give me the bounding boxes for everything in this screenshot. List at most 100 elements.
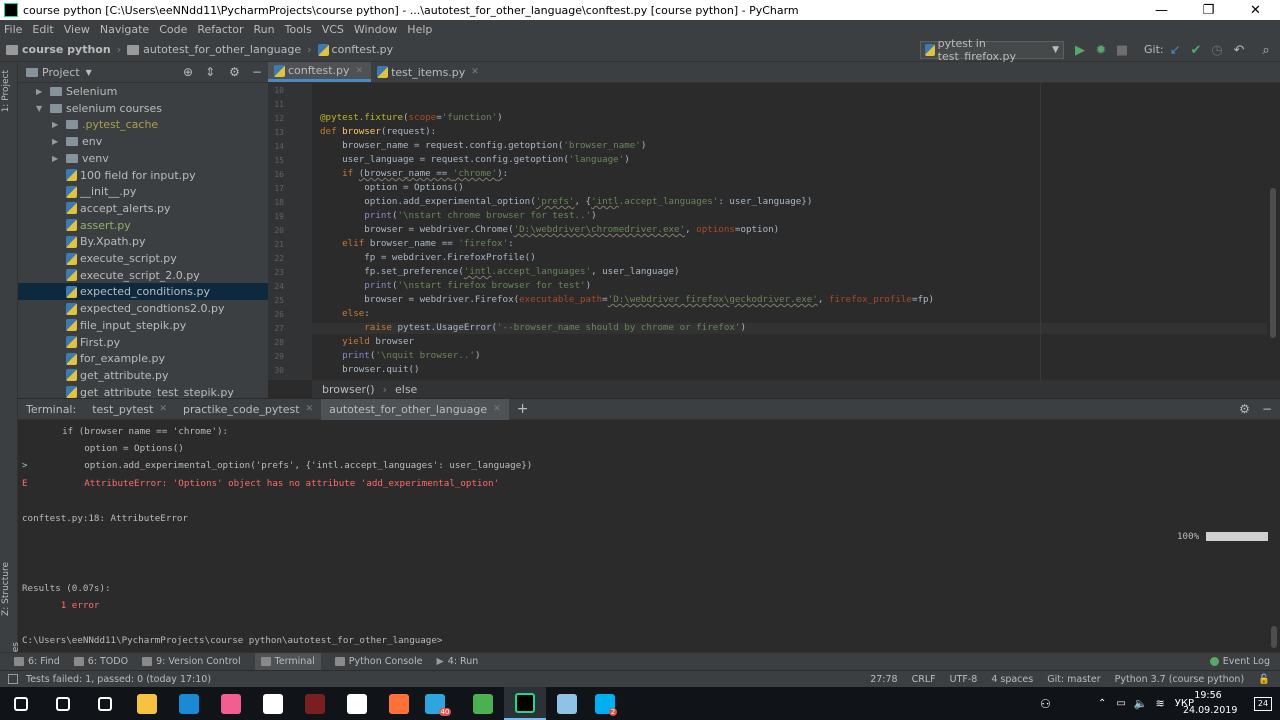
line-separator[interactable]: CRLF — [912, 674, 936, 685]
clock[interactable]: 19:56 24.09.2019 — [1183, 688, 1237, 718]
git-commit-icon[interactable]: ✔ — [1188, 42, 1204, 58]
menu-file[interactable]: File — [4, 23, 22, 36]
project-tool-tab[interactable]: 1: Project — [1, 70, 11, 112]
taskbar-pycharm-button[interactable] — [504, 687, 546, 720]
breadcrumb-block[interactable]: else — [395, 383, 417, 396]
terminal-tab-test-pytest[interactable]: test_pytest ✕ — [84, 399, 175, 420]
structure-tool-tab[interactable]: Z: Structure — [1, 562, 11, 616]
close-tab-icon[interactable]: ✕ — [356, 66, 364, 76]
chevron-down-icon[interactable]: ▼ — [36, 104, 46, 113]
tree-folder[interactable]: ▶ env — [18, 133, 268, 150]
tree-file[interactable]: accept_alerts.py — [18, 200, 268, 217]
menu-refactor[interactable]: Refactor — [197, 23, 243, 36]
taskbar-mail-button[interactable] — [336, 687, 378, 720]
chevron-up-icon[interactable]: ⌃ — [1098, 698, 1106, 709]
tab-conftest[interactable]: conftest.py ✕ — [268, 62, 372, 82]
terminal-scrollbar[interactable] — [1268, 420, 1280, 652]
lock-icon[interactable]: 🔓 — [1258, 674, 1270, 685]
chevron-down-icon[interactable]: ▼ — [86, 68, 92, 77]
close-tab-icon[interactable]: ✕ — [471, 67, 479, 77]
menu-help[interactable]: Help — [407, 23, 432, 36]
stop-icon[interactable]: ■ — [1114, 42, 1130, 58]
tree-file[interactable]: expected_condtions2.0.py — [18, 300, 268, 317]
editor-scrollbar[interactable] — [1267, 83, 1280, 380]
close-tab-icon[interactable]: ✕ — [306, 404, 314, 414]
hide-panel-icon[interactable]: − — [252, 65, 262, 79]
chevron-right-icon[interactable]: ▶ — [52, 137, 62, 146]
tool-tab-terminal[interactable]: Terminal — [254, 652, 321, 671]
breadcrumb-file[interactable]: conftest.py — [317, 43, 393, 56]
menu-tools[interactable]: Tools — [285, 23, 312, 36]
revert-icon[interactable]: ↶ — [1231, 42, 1247, 58]
chevron-right-icon[interactable]: ▶ — [52, 120, 62, 129]
tree-file[interactable]: get_attribute.py — [18, 367, 268, 384]
tree-folder[interactable]: ▶ .pytest_cache — [18, 116, 268, 133]
tree-file[interactable]: __init__.py — [18, 183, 268, 200]
tree-file[interactable]: 100 field for input.py — [18, 167, 268, 184]
taskbar-store-button[interactable] — [252, 687, 294, 720]
git-branch[interactable]: Git: master — [1047, 674, 1100, 685]
taskbar-itunes-button[interactable] — [210, 687, 252, 720]
debug-icon[interactable]: ✹ — [1093, 42, 1109, 58]
taskbar-telegram-button[interactable]: 40 — [420, 687, 462, 720]
gear-icon[interactable]: ⚙ — [229, 65, 240, 79]
tree-file[interactable]: file_input_stepik.py — [18, 317, 268, 334]
taskbar-firefox-button[interactable] — [378, 687, 420, 720]
tree-file[interactable]: get_attribute_test_stepik.py — [18, 384, 268, 398]
hide-panel-icon[interactable]: − — [1262, 402, 1272, 416]
taskbar-search-button[interactable] — [42, 687, 84, 720]
indent-setting[interactable]: 4 spaces — [991, 674, 1033, 685]
python-interpreter[interactable]: Python 3.7 (course python) — [1115, 674, 1245, 685]
tab-test-items[interactable]: test_items.py ✕ — [371, 62, 487, 82]
tree-folder[interactable]: ▼ selenium courses — [18, 100, 268, 117]
taskbar-app-dark-button[interactable] — [294, 687, 336, 720]
tool-tab-run[interactable]: ▶ 4: Run — [436, 656, 478, 667]
close-button[interactable]: ✕ — [1237, 3, 1274, 18]
terminal-tab-autotest[interactable]: autotest_for_other_language ✕ — [321, 398, 509, 420]
tree-folder[interactable]: ▶ Selenium — [18, 83, 268, 100]
status-message[interactable]: Tests failed: 1, passed: 0 (today 17:10) — [26, 674, 211, 685]
menu-run[interactable]: Run — [254, 23, 275, 36]
menu-window[interactable]: Window — [354, 23, 397, 36]
notifications-icon[interactable]: 24 — [1254, 696, 1272, 711]
locate-icon[interactable]: ⊕ — [183, 65, 193, 79]
taskbar-notepad-button[interactable] — [546, 687, 588, 720]
taskbar-start-button[interactable] — [0, 687, 42, 720]
new-terminal-icon[interactable]: + — [509, 399, 537, 420]
breadcrumb-folder[interactable]: autotest_for_other_language › — [127, 43, 312, 56]
tree-folder[interactable]: ▶ venv — [18, 150, 268, 167]
tree-file[interactable]: expected_conditions.py — [18, 283, 268, 301]
file-encoding[interactable]: UTF-8 — [950, 674, 978, 685]
cursor-position[interactable]: 27:78 — [870, 674, 897, 685]
tree-file[interactable]: assert.py — [18, 217, 268, 234]
tool-windows-icon[interactable] — [8, 674, 18, 684]
collapse-all-icon[interactable]: ⇕ — [205, 65, 215, 79]
code-editor[interactable]: @pytest.fixture(scope='function') def br… — [312, 83, 1267, 380]
minimize-button[interactable]: — — [1143, 3, 1180, 18]
scrollbar-thumb[interactable] — [1270, 188, 1276, 338]
close-tab-icon[interactable]: ✕ — [493, 404, 501, 414]
tool-tab-find[interactable]: 6: Find — [14, 656, 60, 667]
tree-file[interactable]: execute_script_2.0.py — [18, 267, 268, 284]
history-icon[interactable]: ◷ — [1209, 42, 1225, 58]
breadcrumb-function[interactable]: browser() — [322, 383, 375, 396]
taskbar-file-explorer-button[interactable] — [126, 687, 168, 720]
menu-navigate[interactable]: Navigate — [100, 23, 149, 36]
menu-code[interactable]: Code — [159, 23, 187, 36]
menu-edit[interactable]: Edit — [32, 23, 53, 36]
taskbar-task-view-button[interactable] — [84, 687, 126, 720]
tool-tab-version-control[interactable]: 9: Version Control — [142, 656, 241, 667]
tool-tab-python-console[interactable]: Python Console — [334, 656, 422, 667]
run-icon[interactable]: ▶ — [1072, 42, 1088, 58]
chevron-right-icon[interactable]: ▶ — [52, 154, 62, 163]
git-update-icon[interactable]: ↙ — [1167, 42, 1183, 58]
volume-icon[interactable]: 🔈 — [1134, 697, 1148, 710]
taskbar-edge-button[interactable] — [168, 687, 210, 720]
taskbar-chrome-button[interactable] — [462, 687, 504, 720]
tool-tab-event-log[interactable]: Event Log — [1209, 656, 1270, 667]
menu-vcs[interactable]: VCS — [322, 23, 344, 36]
battery-icon[interactable]: ▭ — [1116, 698, 1125, 709]
breadcrumb-project[interactable]: course python › — [6, 43, 121, 56]
taskbar-skype-button[interactable]: 2 — [588, 687, 630, 720]
tree-file[interactable]: First.py — [18, 334, 268, 351]
